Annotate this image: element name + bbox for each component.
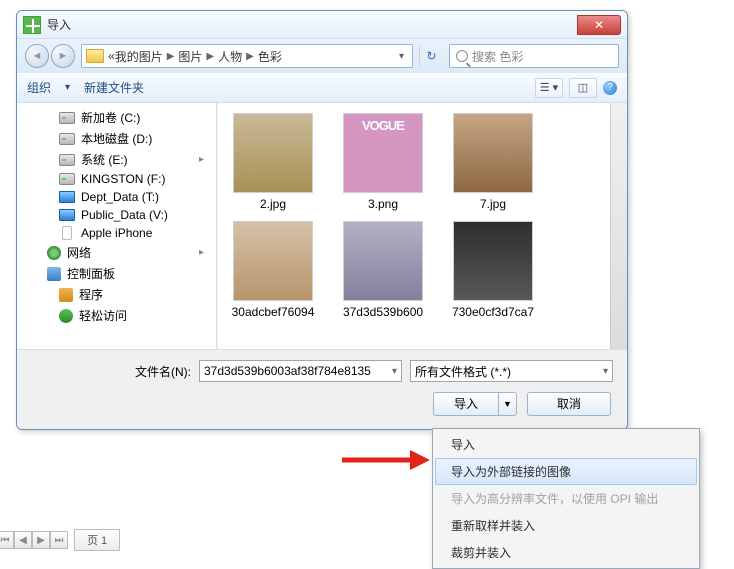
ease-access-icon (59, 309, 73, 323)
search-input[interactable]: 搜索 色彩 (449, 44, 619, 68)
nav-forward-button[interactable]: ► (51, 44, 75, 68)
file-item[interactable]: 37d3d539b600 (338, 221, 428, 319)
import-dialog: 导入 ✕ ◄ ► « 我的图片▶ 图片▶ 人物▶ 色彩 ▾ ↻ 搜索 色彩 组织… (16, 10, 628, 430)
tab-nav-next[interactable]: ▶ (32, 531, 50, 549)
breadcrumb[interactable]: « 我的图片▶ 图片▶ 人物▶ 色彩 ▾ (81, 44, 413, 68)
file-item[interactable]: 30adcbef76094 (228, 221, 318, 319)
nav-back-button[interactable]: ◄ (25, 44, 49, 68)
menu-item-crop[interactable]: 裁剪并装入 (435, 539, 697, 566)
bottom-panel: 文件名(N): 37d3d539b6003af38f784e8135 ▾ 所有文… (17, 349, 627, 429)
annotation-arrow (340, 445, 430, 475)
scrollbar[interactable] (610, 103, 627, 349)
tree-item[interactable]: Public_Data (V:) (17, 206, 216, 224)
tree-item[interactable]: 控制面板 (17, 263, 216, 284)
thumbnail (343, 221, 423, 301)
import-split-button[interactable]: ▼ (498, 393, 516, 415)
crumb-0[interactable]: 我的图片 (115, 48, 163, 65)
file-item[interactable]: 3.png (338, 113, 428, 211)
tree-item[interactable]: 程序 (17, 284, 216, 305)
tab-nav-first[interactable]: ⏮ (0, 531, 14, 549)
view-button[interactable]: ☰ ▾ (535, 78, 563, 98)
folder-icon (86, 49, 104, 63)
help-icon[interactable]: ? (603, 81, 617, 95)
refresh-button[interactable]: ↻ (419, 45, 443, 67)
thumbnail (343, 113, 423, 193)
tree-item[interactable]: Apple iPhone (17, 224, 216, 242)
tab-nav-last[interactable]: ⏭ (50, 531, 68, 549)
filename-field[interactable]: 37d3d539b6003af38f784e8135 ▾ (199, 360, 402, 382)
titlebar: 导入 ✕ (17, 11, 627, 39)
network-drive-icon (59, 191, 75, 203)
window-title: 导入 (47, 16, 71, 33)
file-item[interactable]: 2.jpg (228, 113, 318, 211)
organize-button[interactable]: 组织 (27, 79, 51, 96)
page-tab-1[interactable]: 页 1 (74, 529, 120, 551)
drive-icon (59, 154, 75, 166)
cancel-button[interactable]: 取消 (527, 392, 611, 416)
navigation-tree[interactable]: 新加卷 (C:) 本地磁盘 (D:) 系统 (E:)▸ KINGSTON (F:… (17, 103, 217, 349)
new-folder-button[interactable]: 新建文件夹 (84, 79, 144, 96)
tree-item[interactable]: Dept_Data (T:) (17, 188, 216, 206)
tree-item[interactable]: 轻松访问 (17, 305, 216, 326)
thumbnail (233, 113, 313, 193)
drive-icon (59, 112, 75, 124)
tree-item[interactable]: KINGSTON (F:) (17, 170, 216, 188)
file-item[interactable]: 730e0cf3d7ca7 (448, 221, 538, 319)
file-list[interactable]: 2.jpg 3.png 7.jpg 30adcbef76094 37d3d539… (217, 103, 610, 349)
menu-item-resample[interactable]: 重新取样并装入 (435, 512, 697, 539)
preview-pane-button[interactable]: ◫ (569, 78, 597, 98)
import-dropdown-menu: 导入 导入为外部链接的图像 导入为高分辨率文件，以使用 OPI 输出 重新取样并… (432, 428, 700, 569)
network-drive-icon (59, 209, 75, 221)
network-icon (47, 246, 61, 260)
thumbnail (233, 221, 313, 301)
page-tab-strip: ⏮ ◀ ▶ ⏭ 页 1 (0, 529, 296, 551)
crumb-2[interactable]: 人物 (218, 48, 242, 65)
thumbnail (453, 113, 533, 193)
tree-item[interactable]: 本地磁盘 (D:) (17, 128, 216, 149)
filename-label: 文件名(N): (31, 363, 191, 380)
menu-item-import[interactable]: 导入 (435, 431, 697, 458)
tree-item[interactable]: 新加卷 (C:) (17, 107, 216, 128)
file-item[interactable]: 7.jpg (448, 113, 538, 211)
tree-item[interactable]: 系统 (E:)▸ (17, 149, 216, 170)
address-bar: ◄ ► « 我的图片▶ 图片▶ 人物▶ 色彩 ▾ ↻ 搜索 色彩 (17, 39, 627, 73)
tree-item[interactable]: 网络▸ (17, 242, 216, 263)
tab-nav-prev[interactable]: ◀ (14, 531, 32, 549)
toolbar: 组织 ▾ 新建文件夹 ☰ ▾ ◫ ? (17, 73, 627, 103)
crumb-1[interactable]: 图片 (178, 48, 202, 65)
search-icon (456, 50, 468, 62)
close-button[interactable]: ✕ (577, 15, 621, 35)
crumb-3[interactable]: 色彩 (258, 48, 282, 65)
programs-icon (59, 288, 73, 302)
control-panel-icon (47, 267, 61, 281)
phone-icon (62, 226, 72, 240)
import-button[interactable]: 导入 ▼ (433, 392, 517, 416)
filetype-select[interactable]: 所有文件格式 (*.*) ▾ (410, 360, 613, 382)
app-icon (23, 16, 41, 34)
menu-item-import-opi: 导入为高分辨率文件，以使用 OPI 输出 (435, 485, 697, 512)
drive-icon (59, 173, 75, 185)
menu-item-import-linked[interactable]: 导入为外部链接的图像 (435, 458, 697, 485)
drive-icon (59, 133, 75, 145)
thumbnail (453, 221, 533, 301)
